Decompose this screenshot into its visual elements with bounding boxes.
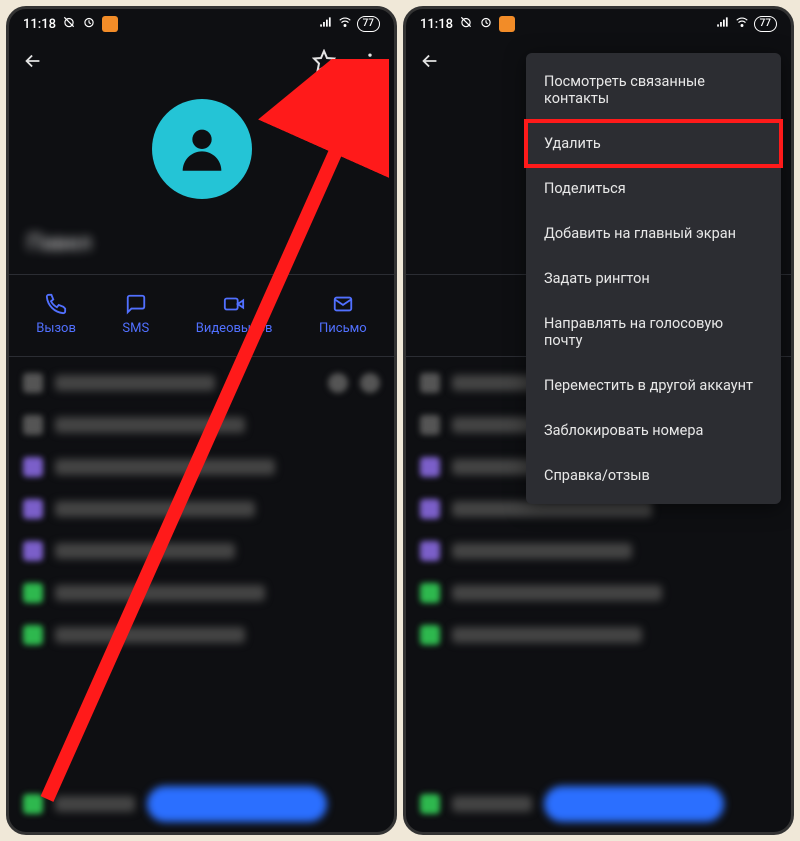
menu-help-feedback[interactable]: Справка/отзыв: [526, 453, 781, 498]
alarm-icon: [479, 15, 493, 33]
contact-details-blurred: [9, 363, 394, 832]
status-time: 11:18: [420, 17, 453, 32]
contact-name: Павел: [27, 231, 394, 256]
alarm-off-icon: [459, 15, 473, 33]
call-button[interactable]: Вызов: [36, 293, 76, 336]
call-label: Вызов: [36, 321, 76, 336]
menu-share[interactable]: Поделиться: [526, 166, 781, 211]
divider: [9, 356, 394, 357]
favorite-star-button[interactable]: [310, 47, 338, 75]
app-indicator-icon: [102, 16, 118, 32]
video-call-button[interactable]: Видеовызов: [196, 293, 273, 336]
sms-label: SMS: [122, 321, 149, 336]
video-label: Видеовызов: [196, 321, 273, 336]
signal-icon: [319, 15, 333, 33]
menu-linked-contacts[interactable]: Посмотреть связанные контакты: [526, 59, 781, 121]
status-time: 11:18: [23, 17, 56, 32]
wifi-icon: [337, 15, 353, 33]
contact-avatar-section: [9, 99, 394, 199]
wifi-icon: [734, 15, 750, 33]
battery-indicator: 77: [754, 16, 777, 32]
menu-block-numbers[interactable]: Заблокировать номера: [526, 408, 781, 453]
signal-icon: [716, 15, 730, 33]
alarm-off-icon: [62, 15, 76, 33]
menu-delete[interactable]: Удалить: [526, 121, 781, 166]
overflow-menu: Посмотреть связанные контакты Удалить По…: [526, 53, 781, 504]
email-button[interactable]: Письмо: [319, 293, 367, 336]
phone-screen-left: 11:18 77: [6, 6, 397, 835]
contact-avatar[interactable]: [152, 99, 252, 199]
app-topbar: [9, 37, 394, 81]
menu-add-to-home[interactable]: Добавить на главный экран: [526, 211, 781, 256]
back-button[interactable]: [19, 47, 47, 75]
status-bar: 11:18 77: [9, 9, 394, 37]
sms-button[interactable]: SMS: [122, 293, 149, 336]
email-label: Письмо: [319, 321, 367, 336]
action-row: Вызов SMS Видеовызов Письмо: [9, 281, 394, 350]
back-button[interactable]: [416, 47, 444, 75]
app-indicator-icon: [499, 16, 515, 32]
side-by-side-container: 11:18 77: [0, 0, 800, 841]
status-bar: 11:18 77: [406, 9, 791, 37]
alarm-icon: [82, 15, 96, 33]
divider: [9, 274, 394, 275]
battery-indicator: 77: [357, 16, 380, 32]
menu-set-ringtone[interactable]: Задать рингтон: [526, 256, 781, 301]
menu-route-voicemail[interactable]: Направлять на голосовую почту: [526, 301, 781, 363]
menu-move-account[interactable]: Переместить в другой аккаунт: [526, 363, 781, 408]
phone-screen-right: 11:18 77: [403, 6, 794, 835]
overflow-menu-button[interactable]: [356, 47, 384, 75]
